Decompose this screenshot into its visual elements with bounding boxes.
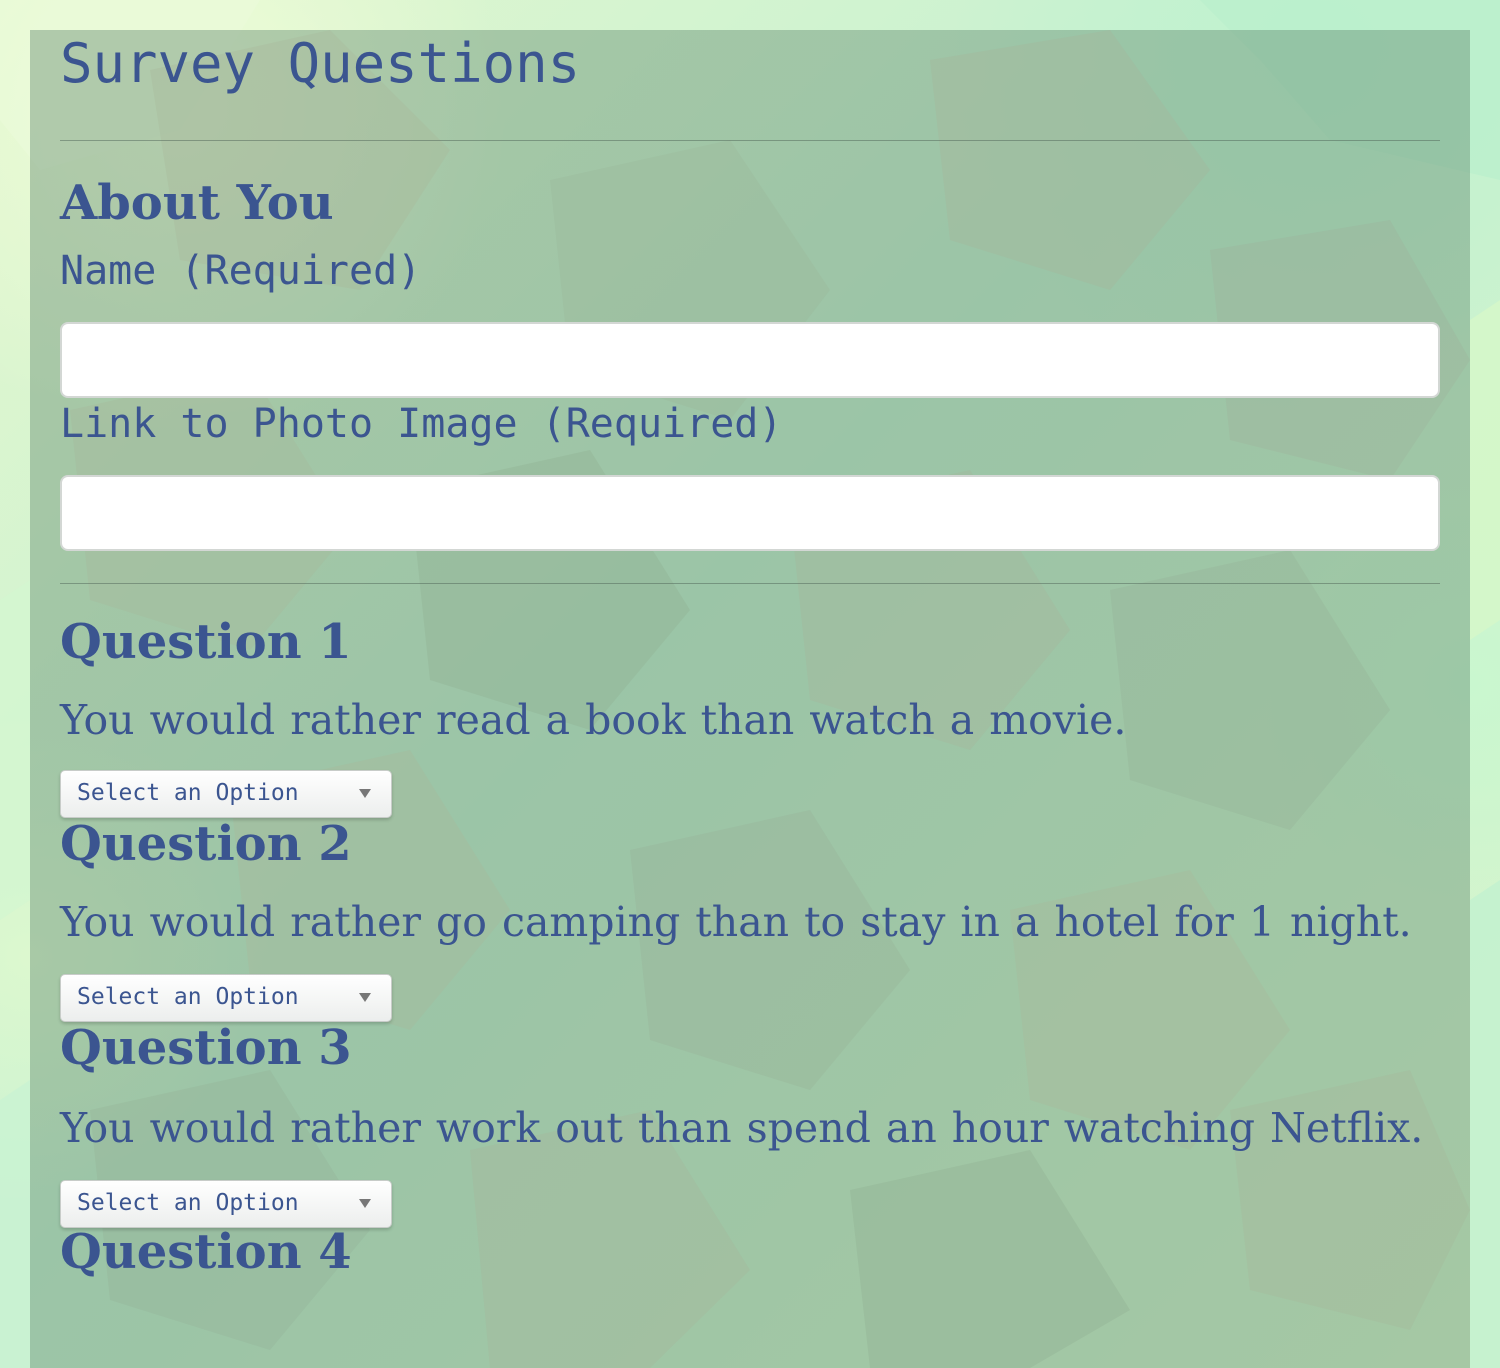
survey-panel: Survey Questions About You Name (Require…	[30, 30, 1470, 1368]
name-label: Name (Required)	[60, 248, 422, 294]
question-4-heading: Question 4	[60, 1224, 352, 1280]
question-1-select-value: Select an Option	[77, 780, 299, 806]
survey-form: Survey Questions About You Name (Require…	[60, 30, 1440, 1280]
question-3-heading: Question 3	[60, 1020, 352, 1076]
name-field[interactable]	[60, 322, 1440, 398]
photo-link-field[interactable]	[60, 475, 1440, 551]
question-1-select[interactable]: Select an Option	[60, 770, 392, 818]
question-1-text: You would rather read a book than watch …	[60, 696, 1127, 744]
chevron-down-icon	[359, 789, 371, 798]
question-3-select[interactable]: Select an Option	[60, 1180, 392, 1228]
question-3-text: You would rather work out than spend an …	[60, 1104, 1424, 1152]
title-divider	[60, 140, 1440, 141]
question-3-select-value: Select an Option	[77, 1190, 299, 1216]
question-2-select[interactable]: Select an Option	[60, 974, 392, 1022]
about-divider	[60, 583, 1440, 584]
question-2-text: You would rather go camping than to stay…	[60, 898, 1412, 946]
question-2-heading: Question 2	[60, 816, 352, 872]
about-you-heading: About You	[60, 175, 334, 231]
chevron-down-icon	[359, 993, 371, 1002]
question-2-select-value: Select an Option	[77, 984, 299, 1010]
page-title: Survey Questions	[60, 32, 581, 95]
photo-link-label: Link to Photo Image (Required)	[60, 401, 783, 447]
chevron-down-icon	[359, 1199, 371, 1208]
question-1-heading: Question 1	[60, 614, 352, 670]
